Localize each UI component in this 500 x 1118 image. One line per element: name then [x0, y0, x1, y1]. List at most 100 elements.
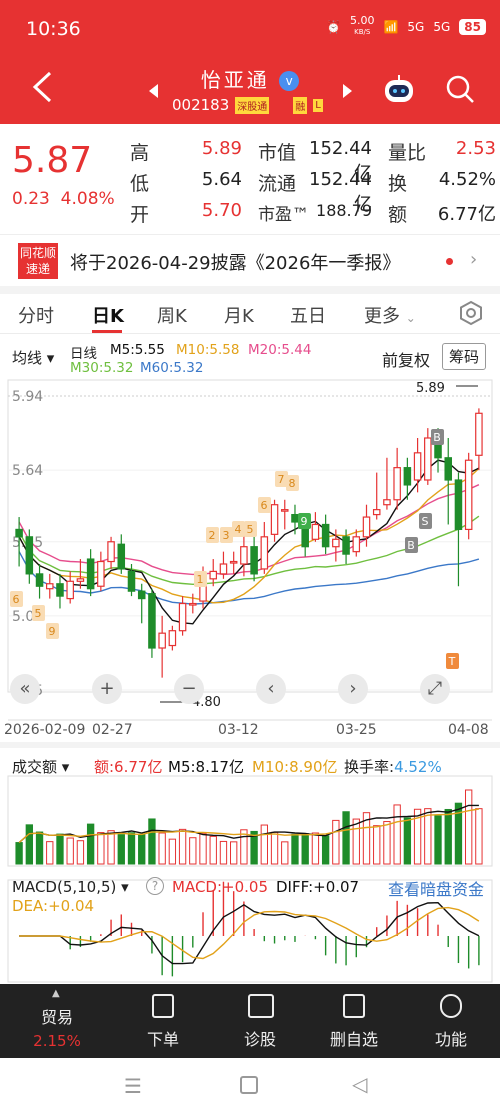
candle-up — [332, 538, 340, 548]
chips-button[interactable]: 筹码 — [442, 343, 487, 370]
tab-intraday[interactable]: 分时 — [18, 302, 54, 328]
dark-pool-link[interactable]: 查看暗盘资金 — [388, 876, 484, 900]
label-amount: 额 — [388, 204, 408, 226]
candle-down — [321, 523, 330, 548]
value-turnover: 4.52% — [438, 169, 496, 190]
volume-indicator-select[interactable]: 成交额 ▾ — [12, 756, 69, 777]
fullscreen-icon[interactable]: ⤢ — [420, 674, 450, 704]
candle-up — [209, 570, 218, 580]
status-icons: ⏰ 5.00 KB/S 📶 5G 5G 85 — [326, 15, 486, 37]
expand-up-icon[interactable]: ▲ — [52, 988, 60, 999]
candle-up — [45, 583, 54, 590]
volume-m10: M10:8.90亿 — [252, 758, 338, 776]
help-icon[interactable]: ? — [146, 877, 164, 895]
volume-bar — [46, 841, 54, 865]
label-volume-ratio: 量比 — [388, 142, 427, 164]
candle-up — [189, 602, 197, 606]
volume-bar — [15, 842, 23, 865]
signal-tag-text: 2 — [209, 529, 216, 542]
signal-tag-text: 1 — [197, 573, 204, 586]
volume-m5: M5:8.17亿 — [168, 758, 244, 776]
signal-tag-text: 9 — [49, 625, 56, 638]
signal-tag-text: 5 — [35, 607, 42, 620]
turnover-rate: 换手率:4.52% — [344, 758, 442, 776]
signal-2: 5G — [433, 19, 451, 34]
candle-up — [280, 509, 289, 512]
candle-down — [444, 457, 453, 481]
candle-down — [250, 546, 258, 575]
candle-down — [117, 543, 126, 570]
fuquan-select[interactable]: 前复权 — [382, 347, 430, 371]
zoom-in-icon[interactable]: + — [92, 674, 122, 704]
settings-icon[interactable] — [458, 300, 484, 326]
menu-icon[interactable]: ☰ — [124, 1074, 142, 1098]
tab-daily-k[interactable]: 日K — [92, 302, 124, 328]
x-tick-label: 03-12 — [218, 722, 259, 738]
volume-bar — [434, 815, 442, 865]
volume-amount: 额:6.77亿 — [94, 758, 163, 776]
candle-down — [86, 558, 95, 590]
signal-1: 5G — [407, 19, 425, 34]
candle-up — [424, 437, 432, 481]
candle-up — [158, 632, 166, 649]
volume-bar — [178, 828, 187, 865]
scroll-right-icon[interactable]: › — [338, 674, 368, 704]
zoom-out-icon[interactable]: − — [174, 674, 204, 704]
volume-bar — [148, 818, 156, 865]
system-nav-bar: ☰ ◁ — [0, 1058, 500, 1118]
candle-up — [107, 541, 115, 563]
candle-down — [25, 536, 34, 575]
back-triangle-icon[interactable]: ◁ — [352, 1072, 367, 1096]
rewind-icon[interactable]: « — [10, 674, 40, 704]
top-bar: 10:36 ⏰ 5.00 KB/S 📶 5G 5G 85 怡亚通 v 002183… — [0, 0, 500, 124]
order-button[interactable]: 下单 — [123, 1026, 203, 1050]
candle-up — [66, 580, 74, 600]
candle-up — [178, 602, 187, 632]
candle-up — [413, 452, 422, 481]
volume-bar — [424, 808, 432, 865]
period-label: 日线 — [70, 346, 97, 362]
diagnose-button[interactable]: 诊股 — [220, 1026, 300, 1050]
volume-bar — [35, 831, 44, 865]
period-tabs: 分时 日K 周K 月K 五日 更多 ⌄ — [0, 294, 500, 334]
x-tick-label: 02-27 — [92, 722, 133, 738]
home-icon[interactable] — [240, 1076, 258, 1094]
tab-more[interactable]: 更多 ⌄ — [364, 302, 416, 328]
trade-pct: 2.15% — [33, 1032, 81, 1050]
volume-bar — [168, 838, 177, 865]
report-notice[interactable]: 同花顺 速递 将于2026-04-29披露《2026年一季报》 › — [0, 234, 500, 286]
divider — [0, 742, 500, 748]
candle-up — [260, 536, 269, 570]
tab-five-day[interactable]: 五日 — [290, 302, 326, 328]
remove-watchlist-button[interactable]: 删自选 — [314, 1026, 394, 1050]
tab-weekly-k[interactable]: 周K — [157, 302, 187, 328]
signal-tag-text: 5 — [247, 523, 254, 536]
signal-tag-text: 4 — [235, 523, 242, 536]
volume-bar — [465, 789, 473, 865]
y-tick-label: 5.94 — [12, 389, 43, 405]
price-change: 0.23 4.08% — [12, 189, 115, 209]
volume-bar — [383, 821, 391, 865]
indicator-select[interactable]: 均线 ▾ — [12, 347, 54, 368]
function-button[interactable]: 功能 — [411, 1026, 491, 1050]
tag-rong: 融 — [293, 96, 308, 114]
robot-assistant-icon[interactable] — [382, 74, 416, 104]
volume-bar — [199, 833, 207, 865]
signal-tag-text: 3 — [223, 529, 230, 542]
tab-monthly-k[interactable]: 月K — [224, 302, 254, 328]
volume-bar — [219, 840, 228, 865]
verified-icon: v — [279, 71, 300, 91]
trade-button[interactable]: 贸易 — [17, 1004, 97, 1028]
search-icon[interactable] — [445, 74, 475, 104]
macd-select[interactable]: MACD(5,10,5) ▾ — [12, 878, 129, 896]
volume-bar — [301, 833, 309, 865]
label-pe: 市盈™ — [258, 205, 309, 225]
scroll-left-icon[interactable]: ‹ — [256, 674, 286, 704]
volume-bar — [352, 818, 360, 865]
signal-tag-text: T — [448, 655, 456, 668]
stock-code: 002183 — [172, 96, 230, 114]
flash-news-logo: 同花顺 速递 — [18, 243, 58, 279]
volume-bar — [373, 825, 381, 865]
next-stock-icon[interactable] — [343, 84, 352, 98]
volume-bar — [138, 833, 146, 865]
